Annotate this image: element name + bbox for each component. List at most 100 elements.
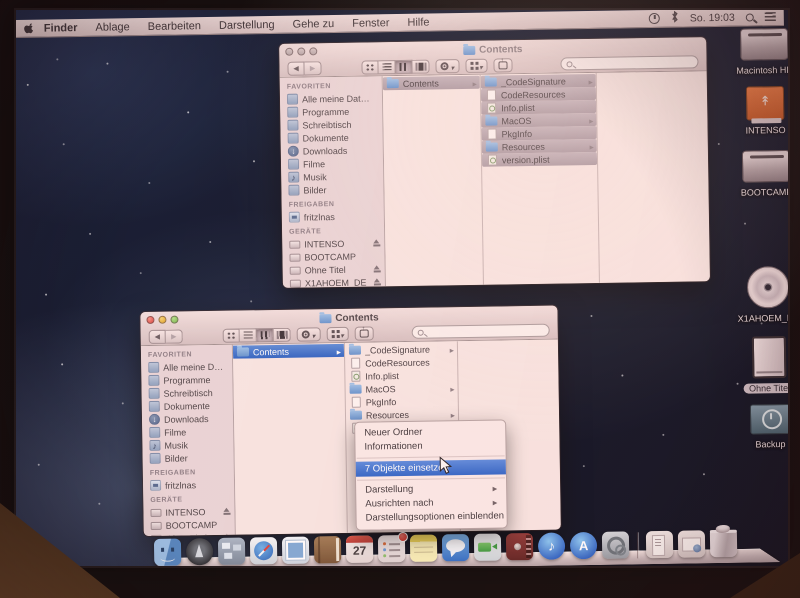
bluetooth-icon[interactable] (671, 10, 679, 26)
folder-row-contents[interactable]: Contents (232, 343, 345, 359)
folder-row-contents[interactable]: Contents (382, 75, 480, 91)
eject-icon[interactable] (222, 508, 230, 515)
coverflow-view-button[interactable] (412, 59, 430, 74)
back-button[interactable] (287, 61, 305, 76)
dock-itunes-icon[interactable] (537, 532, 566, 560)
dock-mission-control-icon[interactable] (217, 537, 246, 565)
plist-file-icon (487, 154, 497, 166)
icon-view-button[interactable] (222, 328, 240, 343)
dock-calendar-icon[interactable]: 27 (345, 535, 374, 563)
file-row[interactable]: version.plist (481, 151, 598, 167)
menu-ablage[interactable]: Ablage (86, 18, 139, 37)
apple-menu[interactable] (20, 22, 38, 35)
pictures-icon (288, 184, 300, 196)
sidebar-item-fritzlnas[interactable]: fritzlnas (149, 478, 234, 492)
sidebar-item-schreibtisch[interactable]: Schreibtisch (148, 386, 233, 400)
menu-gehe-zu[interactable]: Gehe zu (283, 14, 343, 33)
zoom-button[interactable] (309, 47, 318, 56)
folder-icon (484, 77, 497, 87)
minimize-button[interactable] (297, 47, 306, 56)
share-button[interactable] (354, 325, 374, 341)
desktop-icon-backup[interactable]: Backup (732, 403, 788, 453)
sidebar-item-filme[interactable]: Filme (149, 425, 233, 439)
arrange-menu-button[interactable] (326, 326, 349, 341)
menu-hilfe[interactable]: Hilfe (398, 13, 438, 32)
action-menu-button[interactable] (435, 58, 460, 73)
disclosure-arrow-icon (337, 345, 341, 355)
notification-center-icon[interactable] (764, 12, 776, 22)
dock-finder-icon[interactable] (153, 538, 182, 566)
dock-launchpad-icon[interactable] (185, 538, 214, 566)
time-machine-icon[interactable] (648, 12, 660, 25)
eject-icon[interactable] (373, 266, 381, 273)
dock-trash-icon[interactable] (709, 529, 738, 558)
share-button[interactable] (493, 57, 513, 73)
column-view-button[interactable] (256, 327, 274, 342)
desktop-icon-x1ahoem-de[interactable]: X1AHOEM_DE (730, 265, 788, 327)
close-button[interactable] (146, 315, 155, 325)
drive-icon (150, 521, 162, 530)
desktop-icon-intenso[interactable]: INTENSO (727, 85, 788, 139)
sidebar: FAVORITEN Alle meine Dat… Programme Schr… (279, 76, 386, 288)
disclosure-arrow-icon (589, 140, 593, 150)
eject-icon[interactable] (373, 279, 381, 286)
sidebar-item-programme[interactable]: Programme (148, 373, 232, 387)
sidebar-item-intenso[interactable]: INTENSO (150, 505, 234, 519)
dock-photo-booth-icon[interactable] (505, 532, 534, 561)
forward-button[interactable] (304, 60, 322, 76)
dock-system-preferences-icon[interactable] (601, 531, 630, 559)
disclosure-arrow-icon (451, 409, 455, 419)
dock-contacts-icon[interactable] (313, 535, 342, 564)
dock-reminders-icon[interactable] (377, 531, 408, 563)
context-item-darstellungsoptionen[interactable]: Darstellungsoptionen einblenden (357, 509, 507, 525)
minimize-button[interactable] (158, 315, 167, 324)
sidebar-item-bilder[interactable]: Bilder (149, 451, 234, 465)
spotlight-icon[interactable] (745, 12, 754, 22)
plist-file-icon (350, 370, 360, 382)
window-controls[interactable] (140, 315, 179, 325)
dock-documents-stack-icon[interactable] (645, 530, 674, 559)
desktop-icon-macintosh-hd[interactable]: Macintosh HD (726, 27, 788, 79)
context-item-informationen[interactable]: Informationen (355, 438, 505, 454)
zoom-button[interactable] (170, 315, 179, 324)
back-button[interactable] (148, 329, 166, 344)
context-item-einsetzen[interactable]: 7 Objekte einsetzen (355, 459, 506, 477)
network-share-icon (288, 211, 300, 223)
sidebar-item-dokumente[interactable]: Dokumente (148, 399, 233, 413)
action-menu-button[interactable] (296, 326, 321, 342)
gear-icon (301, 329, 310, 339)
column-view-button[interactable] (395, 59, 413, 74)
close-button[interactable] (285, 47, 294, 56)
dock-mail-icon[interactable] (281, 536, 310, 564)
sidebar-item-bootcamp[interactable]: BOOTCAMP (150, 518, 235, 532)
menu-clock[interactable]: So. 19:03 (690, 11, 735, 24)
sidebar-item-all-files[interactable]: Alle meine Dateien (148, 360, 232, 374)
sidebar-item-downloads[interactable]: Downloads (148, 412, 233, 426)
icon-view-button[interactable] (361, 59, 379, 75)
dock-safari-icon[interactable] (249, 536, 278, 565)
sidebar-item-x1ahoem-de[interactable]: X1AHOEM_DE (289, 275, 385, 288)
window-controls[interactable] (279, 47, 318, 56)
search-field[interactable] (560, 55, 699, 71)
desktop-icon-bootcamp[interactable]: BOOTCAMP (728, 149, 788, 201)
desktop-icon-ohne-titel[interactable]: Ohne Titel (731, 335, 788, 397)
sidebar-item-bilder[interactable]: Bilder (288, 182, 383, 196)
forward-button[interactable] (165, 328, 183, 344)
search-field[interactable] (411, 323, 550, 339)
menu-finder[interactable]: Finder (38, 18, 87, 37)
dock-app-store-icon[interactable] (569, 531, 598, 560)
menu-bearbeiten[interactable]: Bearbeiten (139, 16, 210, 35)
dock-notes-icon[interactable] (409, 534, 438, 562)
sidebar-item-fritzlnas[interactable]: fritzlnas (288, 209, 384, 223)
list-view-button[interactable] (378, 59, 396, 74)
dock-downloads-stack-icon[interactable] (677, 530, 706, 558)
list-view-button[interactable] (239, 327, 257, 343)
sidebar-item-musik[interactable]: Musik (149, 438, 233, 452)
eject-icon[interactable] (372, 240, 380, 247)
menu-darstellung[interactable]: Darstellung (210, 15, 284, 34)
dock-messages-icon[interactable] (441, 533, 470, 562)
dock-facetime-icon[interactable] (473, 533, 502, 561)
menu-fenster[interactable]: Fenster (343, 14, 399, 33)
arrange-menu-button[interactable] (464, 58, 488, 73)
coverflow-view-button[interactable] (273, 327, 291, 342)
